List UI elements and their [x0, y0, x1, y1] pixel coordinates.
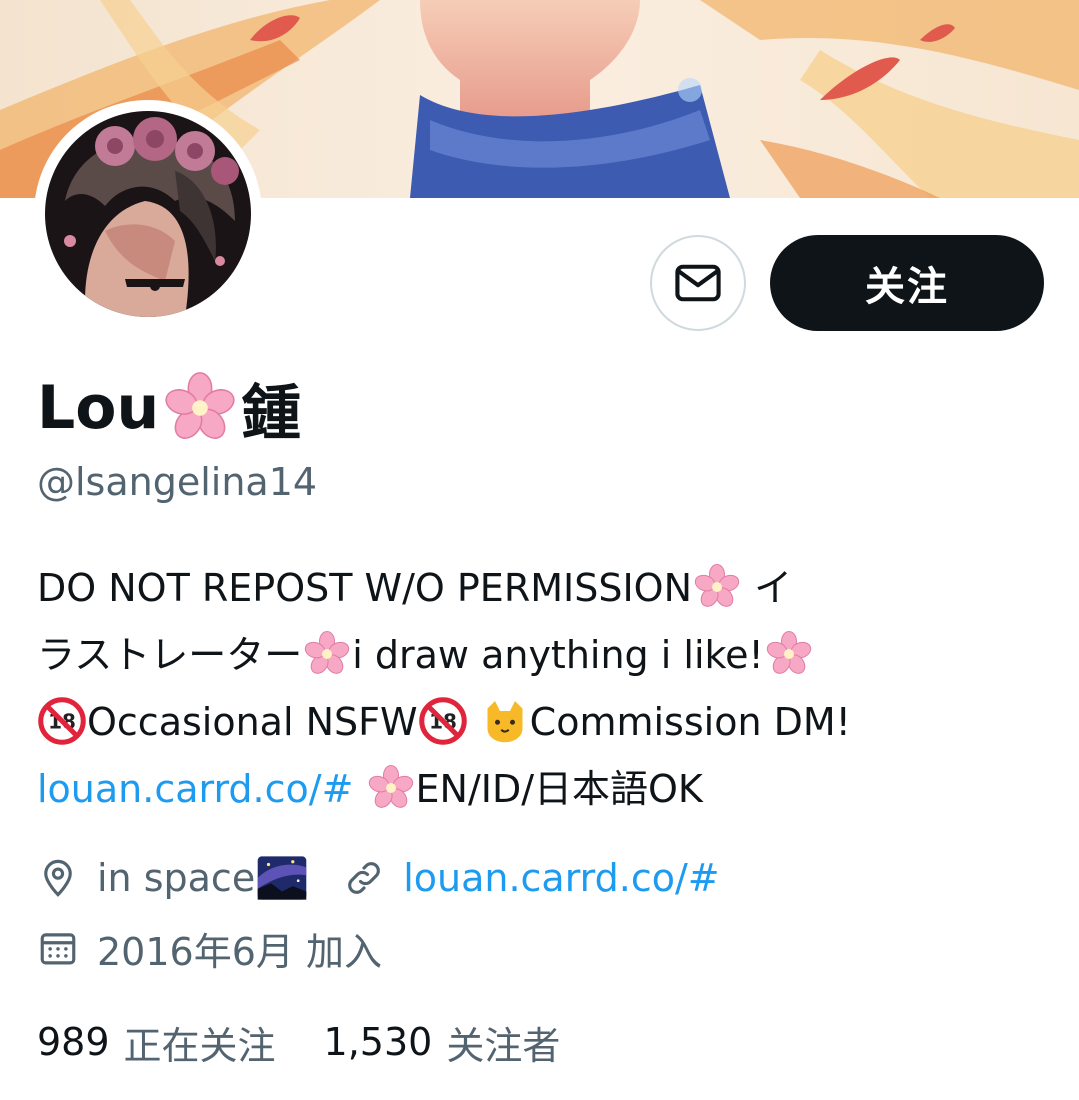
calendar-icon — [37, 927, 79, 969]
cherry-blossom-icon — [764, 629, 814, 679]
profile-meta-row: in space louan.carrd.co/# — [37, 848, 754, 908]
following-count: 989 — [37, 1020, 110, 1064]
bio-line-1: DO NOT REPOST W/O PERMISSION イ — [37, 555, 1047, 622]
cherry-blossom-icon — [302, 629, 352, 679]
follow-stats: 989 正在关注 1,530 关注者 — [37, 1010, 608, 1074]
bio-line-2: ラストレーター i draw anything i like! — [37, 622, 1047, 689]
username-handle: @lsangelina14 — [37, 460, 318, 504]
following-label: 正在关注 — [123, 1023, 276, 1068]
bio-text: Commission DM! — [529, 700, 851, 744]
bio-link[interactable]: louan.carrd.co/# — [37, 767, 353, 811]
display-name-part2: 鍾 — [241, 378, 302, 449]
website-link[interactable]: louan.carrd.co/# — [403, 856, 719, 900]
avatar[interactable] — [45, 111, 251, 317]
website[interactable]: louan.carrd.co/# — [343, 856, 720, 900]
joined-row: 2016年6月 加入 — [37, 918, 382, 978]
link-icon — [343, 857, 385, 899]
bio-text: イ — [742, 566, 793, 610]
message-button[interactable] — [650, 235, 746, 331]
bio-text: DO NOT REPOST W/O PERMISSION — [37, 566, 692, 610]
envelope-icon — [672, 257, 724, 309]
bio-text: i draw anything i like! — [352, 633, 764, 677]
location-text: in space — [97, 856, 256, 900]
bio-text: EN/ID/日本語OK — [415, 767, 703, 811]
avatar-frame — [34, 100, 262, 328]
followers-stat[interactable]: 1,530 关注者 — [324, 1015, 561, 1070]
location: in space — [37, 851, 309, 905]
cherry-blossom-icon — [692, 562, 742, 612]
cherry-blossom-icon — [366, 763, 416, 813]
cherry-blossom-icon — [161, 369, 239, 447]
bio-line-4: louan.carrd.co/# EN/ID/日本語OK — [37, 756, 1047, 823]
display-name: Lou 鍾 — [37, 369, 301, 449]
milky-way-icon — [255, 851, 309, 905]
cat-face-icon — [480, 696, 530, 746]
bio-line-3: 18 Occasional NSFW 18 Commission DM! — [37, 689, 1047, 756]
bio-text: Occasional NSFW — [87, 700, 418, 744]
followers-count: 1,530 — [323, 1020, 433, 1064]
display-name-part1: Lou — [37, 373, 160, 443]
followers-label: 关注者 — [446, 1023, 561, 1068]
location-pin-icon — [37, 857, 79, 899]
joined-date: 2016年6月 加入 — [97, 929, 382, 974]
follow-button[interactable]: 关注 — [770, 235, 1044, 331]
bio-text: ラストレーター — [37, 633, 303, 677]
profile-bio: DO NOT REPOST W/O PERMISSION イ ラストレーター i… — [37, 555, 1047, 823]
no-under-18-icon: 18 — [418, 696, 468, 746]
following-stat[interactable]: 989 正在关注 — [37, 1015, 276, 1070]
no-under-18-icon: 18 — [37, 696, 87, 746]
